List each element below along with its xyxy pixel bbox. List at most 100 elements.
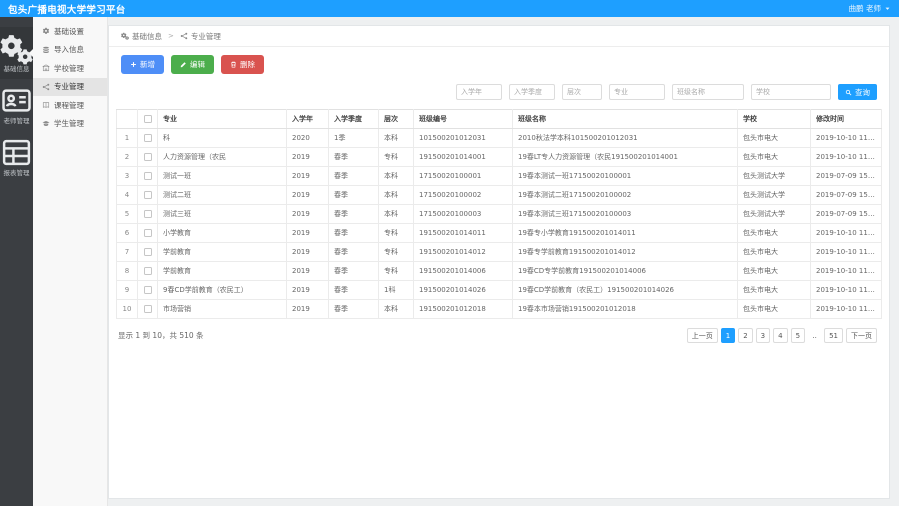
row-index: 8: [117, 262, 138, 281]
table-cell: 2019-07-09 15:49:25: [811, 186, 882, 205]
table-cell: 19春本测试三班17150020100003: [513, 205, 738, 224]
row-checkbox-cell: [138, 186, 158, 205]
toolbar: 新增 编辑 删除: [109, 47, 889, 76]
table-cell: 17150020100001: [414, 167, 513, 186]
table-cell: 2019: [287, 167, 329, 186]
row-checkbox[interactable]: [144, 172, 152, 180]
submenu-item-major-mgmt[interactable]: 专业管理: [33, 78, 107, 97]
header-checkbox-cell: [138, 110, 158, 129]
submenu-item-basic-settings[interactable]: 基础设置: [33, 22, 107, 41]
column-header: 专业: [158, 110, 287, 129]
trash-icon: [230, 61, 237, 68]
table-cell: 专科: [379, 148, 414, 167]
row-checkbox-cell: [138, 167, 158, 186]
add-button[interactable]: 新增: [121, 55, 164, 74]
table-row[interactable]: 6小学教育2019春季专科19150020101401119春专小学教育1915…: [117, 224, 882, 243]
filter-input-3[interactable]: [562, 84, 602, 100]
column-header: 学校: [738, 110, 811, 129]
filter-input-5[interactable]: [672, 84, 744, 100]
row-checkbox-cell: [138, 129, 158, 148]
table-row[interactable]: 5测试三班2019春季本科1715002010000319春本测试三班17150…: [117, 205, 882, 224]
table-cell: 19春LT专人力资源管理（农民191500201014001: [513, 148, 738, 167]
table-cell: 春季: [329, 300, 379, 319]
next-page-button[interactable]: 下一页: [846, 328, 877, 343]
table-cell: 包头市电大: [738, 148, 811, 167]
row-checkbox[interactable]: [144, 134, 152, 142]
table-cell: 2010秋法学本科101500201012031: [513, 129, 738, 148]
page-button-51[interactable]: 51: [824, 328, 843, 343]
sidebar-item-label: 基础信息: [0, 65, 33, 73]
table-cell: 2019: [287, 243, 329, 262]
table-row[interactable]: 7学前教育2019春季专科19150020101401219春专学前教育1915…: [117, 243, 882, 262]
user-menu[interactable]: 曲鹏 老师: [849, 3, 891, 14]
table-cell: 19春CD学前教育（农民工）191500201014026: [513, 281, 738, 300]
table-cell: 人力资源管理（农民: [158, 148, 287, 167]
table-cell: 测试三班: [158, 205, 287, 224]
table-row[interactable]: 99春CD学前教育（农民工）2019春季1科19150020101402619春…: [117, 281, 882, 300]
row-checkbox[interactable]: [144, 229, 152, 237]
row-checkbox[interactable]: [144, 267, 152, 275]
edit-button[interactable]: 编辑: [171, 55, 214, 74]
submenu-item-course-mgmt[interactable]: 课程管理: [33, 96, 107, 115]
table-cell: 专科: [379, 262, 414, 281]
filter-bar: 查询: [109, 76, 889, 100]
breadcrumb-item[interactable]: 专业管理: [180, 31, 221, 42]
filter-input-2[interactable]: [509, 84, 555, 100]
table-cell: 2019-10-10 11:16:33: [811, 300, 882, 319]
table-cell: 19春本测试一班17150020100001: [513, 167, 738, 186]
table-cell: 春季: [329, 224, 379, 243]
search-button[interactable]: 查询: [838, 84, 877, 100]
table-cell: 本科: [379, 300, 414, 319]
table-row[interactable]: 2人力资源管理（农民2019春季专科19150020101400119春LT专人…: [117, 148, 882, 167]
filter-input-6[interactable]: [751, 84, 831, 100]
table-cell: 本科: [379, 129, 414, 148]
breadcrumb-label: 基础信息: [132, 31, 162, 42]
table-cell: 包头测试大学: [738, 186, 811, 205]
delete-button[interactable]: 删除: [221, 55, 264, 74]
school-icon: [42, 64, 50, 72]
table-cell: 2019-10-10 11:16:33: [811, 148, 882, 167]
table-cell: 包头市电大: [738, 243, 811, 262]
search-icon: [845, 89, 852, 96]
page-button-2[interactable]: 2: [738, 328, 752, 343]
table-cell: 2019-10-10 11:16:33: [811, 224, 882, 243]
page-button-4[interactable]: 4: [773, 328, 787, 343]
add-button-label: 新增: [140, 59, 155, 70]
table-row[interactable]: 10市场营销2019春季本科19150020101201819春本市场营销191…: [117, 300, 882, 319]
table-row[interactable]: 3测试一班2019春季本科1715002010000119春本测试一班17150…: [117, 167, 882, 186]
filter-input-1[interactable]: [456, 84, 502, 100]
sidebar-item-report-mgmt[interactable]: 报表管理: [0, 131, 33, 183]
table-cell: 2019: [287, 281, 329, 300]
sidebar-item-basic-info[interactable]: 基础信息: [0, 27, 33, 79]
row-index: 2: [117, 148, 138, 167]
sidebar-item-teacher-mgmt[interactable]: 老师管理: [0, 79, 33, 131]
prev-page-button[interactable]: 上一页: [687, 328, 718, 343]
top-navbar: 包头广播电视大学学习平台 曲鹏 老师: [0, 0, 899, 17]
submenu-item-school-mgmt[interactable]: 学校管理: [33, 59, 107, 78]
select-all-checkbox[interactable]: [144, 115, 152, 123]
submenu-item-student-mgmt[interactable]: 学生管理: [33, 115, 107, 134]
page-button-3[interactable]: 3: [756, 328, 770, 343]
table-row[interactable]: 8学前教育2019春季专科19150020101400619春CD专学前教育19…: [117, 262, 882, 281]
submenu-item-import-info[interactable]: 导入信息: [33, 41, 107, 60]
row-checkbox[interactable]: [144, 248, 152, 256]
row-checkbox[interactable]: [144, 210, 152, 218]
table-cell: 19春本测试二班17150020100002: [513, 186, 738, 205]
row-index: 1: [117, 129, 138, 148]
page-button-1[interactable]: 1: [721, 328, 735, 343]
filter-input-4[interactable]: [609, 84, 665, 100]
student-icon: [42, 120, 50, 128]
table-row[interactable]: 4测试二班2019春季本科1715002010000219春本测试二班17150…: [117, 186, 882, 205]
row-checkbox[interactable]: [144, 286, 152, 294]
table-cell: 2019-10-10 11:16:33: [811, 281, 882, 300]
row-checkbox[interactable]: [144, 153, 152, 161]
breadcrumb-item[interactable]: 基础信息: [121, 31, 162, 42]
row-checkbox-cell: [138, 281, 158, 300]
table-cell: 包头市电大: [738, 224, 811, 243]
page-button-5[interactable]: 5: [791, 328, 805, 343]
table-cell: 2019: [287, 224, 329, 243]
row-checkbox[interactable]: [144, 191, 152, 199]
table-row[interactable]: 1科20201季本科1015002010120312010秋法学本科101500…: [117, 129, 882, 148]
row-checkbox[interactable]: [144, 305, 152, 313]
breadcrumb: 基础信息>专业管理: [109, 26, 889, 47]
